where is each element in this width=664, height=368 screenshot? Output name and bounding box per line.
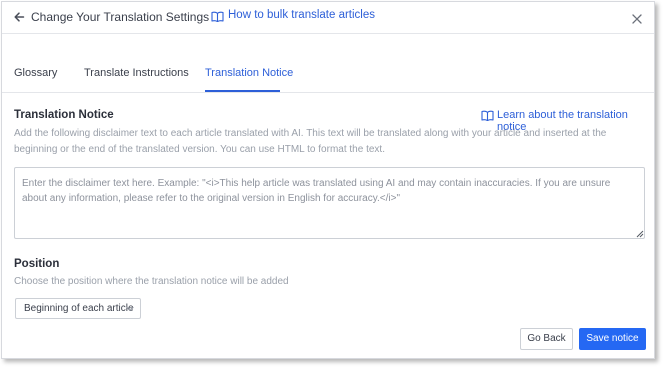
- translation-settings-dialog: Change Your Translation Settings How to …: [1, 1, 655, 359]
- position-description: Choose the position where the translatio…: [14, 276, 289, 287]
- chevron-down-icon: [126, 306, 134, 312]
- translation-notice-heading: Translation Notice: [14, 109, 114, 121]
- active-tab-indicator: [205, 90, 280, 92]
- settings-tabs: Glossary Translate Instructions Translat…: [2, 33, 654, 93]
- position-select-value: Beginning of each article: [24, 303, 134, 314]
- disclaimer-textarea[interactable]: [14, 167, 645, 239]
- dialog-title: Change Your Translation Settings: [31, 10, 210, 24]
- tab-translation-notice[interactable]: Translation Notice: [205, 67, 293, 79]
- resize-handle-icon[interactable]: [636, 230, 644, 238]
- tab-translate-instructions[interactable]: Translate Instructions: [84, 67, 189, 79]
- close-icon[interactable]: [632, 14, 642, 24]
- tab-glossary[interactable]: Glossary: [14, 67, 57, 79]
- position-heading: Position: [14, 258, 60, 270]
- book-icon[interactable]: [481, 110, 494, 121]
- position-select[interactable]: Beginning of each article: [15, 298, 141, 319]
- save-notice-button[interactable]: Save notice: [579, 328, 646, 350]
- dialog-header: Change Your Translation Settings How to …: [2, 2, 654, 34]
- translation-notice-description: Add the following disclaimer text to eac…: [14, 128, 607, 155]
- arrow-left-icon[interactable]: [13, 11, 25, 23]
- bulk-translate-help-link[interactable]: How to bulk translate articles: [228, 9, 375, 21]
- go-back-button[interactable]: Go Back: [520, 328, 573, 350]
- book-icon[interactable]: [211, 11, 224, 22]
